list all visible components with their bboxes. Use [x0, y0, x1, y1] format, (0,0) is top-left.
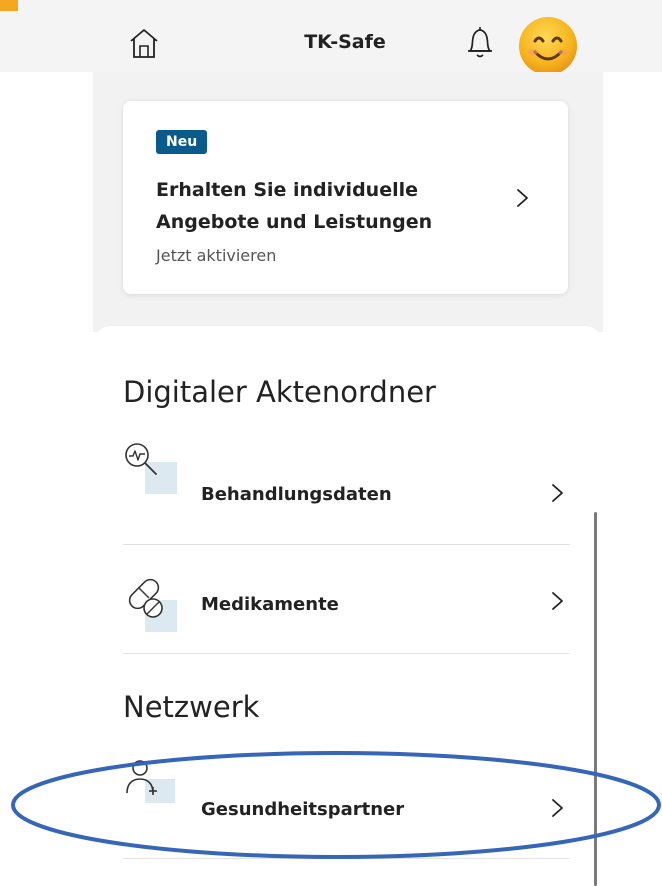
- chevron-right-icon: [552, 484, 563, 502]
- treatment-data-label: Behandlungsdaten: [201, 484, 392, 505]
- bell-icon: [468, 27, 492, 58]
- divider: [123, 858, 570, 859]
- page-title: TK-Safe: [304, 31, 386, 53]
- list-item-treatment-data[interactable]: Behandlungsdaten: [123, 438, 570, 546]
- chevron-right-icon: [552, 799, 563, 817]
- promo-title-line-1: Erhalten Sie individuelle: [156, 179, 418, 201]
- person-plus-icon: [126, 760, 175, 803]
- list-item-medication[interactable]: Medikamente: [123, 548, 570, 656]
- promo-title-line-2: Angebote und Leistungen: [156, 211, 433, 233]
- promo-activate-link[interactable]: Jetzt aktivieren: [156, 246, 276, 265]
- list-item-health-partners[interactable]: Gesundheitspartner: [123, 755, 570, 863]
- home-button[interactable]: [128, 26, 160, 60]
- magnifier-pulse-icon: [125, 443, 177, 494]
- user-avatar[interactable]: [518, 16, 578, 76]
- section-title-network: Netzwerk: [123, 690, 260, 724]
- scrollbar[interactable]: [594, 512, 597, 886]
- home-icon: [130, 29, 158, 58]
- section-title-digital-folder: Digitaler Aktenordner: [123, 375, 436, 409]
- notifications-button[interactable]: [462, 24, 498, 62]
- pills-icon: [128, 578, 177, 632]
- status-indicator: [0, 0, 18, 11]
- smiley-avatar-icon: [519, 17, 577, 75]
- chevron-right-icon: [517, 189, 528, 207]
- medication-label: Medikamente: [201, 594, 339, 615]
- app-header: TK-Safe: [0, 0, 662, 75]
- new-badge: Neu: [156, 130, 208, 154]
- health-partners-label: Gesundheitspartner: [201, 799, 405, 820]
- divider: [123, 544, 570, 545]
- promo-card[interactable]: Neu Erhalten Sie individuelle Angebote u…: [123, 101, 568, 294]
- promo-title: Erhalten Sie individuelle Angebote und L…: [156, 174, 476, 238]
- chevron-right-icon: [552, 592, 563, 610]
- divider: [123, 653, 570, 654]
